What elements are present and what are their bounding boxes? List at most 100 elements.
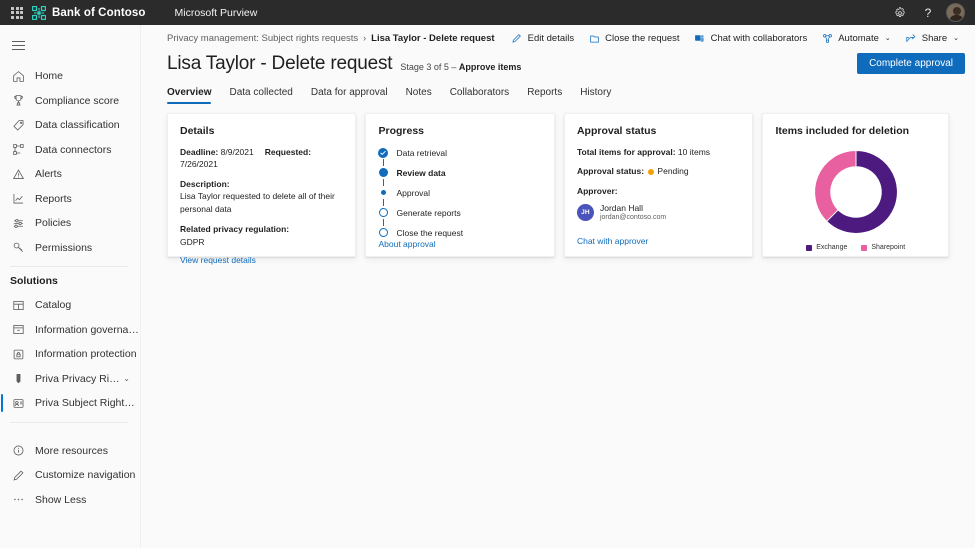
sidebar-item-customize-navigation[interactable]: Customize navigation (0, 463, 140, 488)
line-chart-icon (10, 191, 26, 207)
progress-step[interactable]: Close the request (378, 226, 541, 239)
automate-button[interactable]: Automate ⌄ (815, 29, 897, 47)
brand-name[interactable]: Bank of Contoso (52, 7, 146, 19)
question-mark-icon[interactable]: ? (915, 0, 941, 25)
card-title: Items included for deletion (775, 125, 910, 137)
sidebar-item-priva-subject-rights-requests[interactable]: Priva Subject Rights Requests (0, 391, 140, 416)
progress-card: Progress Data retrieval Review data Appr… (365, 113, 555, 257)
avatar[interactable] (946, 3, 965, 22)
tab-data-collected[interactable]: Data collected (220, 84, 301, 104)
sidebar-item-catalog[interactable]: Catalog (0, 293, 140, 318)
tag-icon (10, 117, 26, 133)
app-launcher-icon[interactable] (8, 4, 26, 22)
sidebar-item-label: Home (35, 70, 64, 83)
step-connector (378, 219, 388, 226)
gear-icon[interactable] (887, 0, 913, 25)
tab-overview[interactable]: Overview (167, 84, 220, 104)
sidebar-item-label: Policies (35, 217, 72, 230)
sidebar-item-more-resources[interactable]: More resources (0, 439, 140, 464)
deadline-value: 8/9/2021 (220, 147, 254, 157)
approver-label-row: Approver: (577, 185, 740, 197)
sidebar-item-permissions[interactable]: Permissions (0, 236, 140, 261)
close-folder-icon (588, 32, 600, 44)
trophy-icon (10, 93, 26, 109)
sidebar-item-information-governance[interactable]: Information governance (0, 318, 140, 343)
card-title: Details (180, 125, 215, 137)
page-title: Lisa Taylor - Delete request (167, 53, 393, 74)
step-label: Review data (396, 167, 446, 178)
catalog-grid-icon (10, 297, 26, 313)
chevron-down-icon[interactable]: ⌄ (123, 374, 130, 383)
edit-details-button[interactable]: Edit details (505, 29, 580, 47)
nav-section-solutions: Solutions (10, 275, 58, 287)
breadcrumb-current: Lisa Taylor - Delete request (371, 32, 495, 44)
total-items-label: Total items for approval: (576, 147, 676, 157)
subject-rights-icon (10, 395, 26, 411)
sidebar-item-label: Alerts (35, 168, 62, 181)
details-card: Details Deadline: 8/9/2021 Requested: 7/2… (167, 113, 357, 265)
chat-with-approver-link[interactable]: Chat with approver (577, 236, 648, 246)
about-approval-link[interactable]: About approval (378, 239, 435, 249)
sidebar-item-alerts[interactable]: Alerts (0, 162, 140, 187)
step-connector (378, 179, 388, 186)
pencil-icon (511, 32, 523, 44)
chevron-down-icon[interactable]: ⌄ (885, 34, 891, 42)
app-name[interactable]: Microsoft Purview (175, 7, 258, 19)
step-active-dot-icon (378, 188, 388, 198)
approver-email: jordan@contoso.com (599, 213, 667, 221)
sidebar-item-label: Customize navigation (35, 469, 136, 482)
connectors-icon (10, 142, 26, 158)
tab-reports[interactable]: Reports (518, 84, 571, 104)
approval-status-row: Approval status: Pending (577, 165, 740, 177)
key-icon (10, 240, 26, 256)
command-label: Share (921, 32, 948, 44)
tab-notes[interactable]: Notes (397, 84, 441, 104)
progress-step[interactable]: Approval (378, 186, 541, 199)
share-icon (905, 32, 917, 44)
sidebar-item-home[interactable]: Home (0, 64, 140, 89)
close-the-request-button[interactable]: Close the request (582, 29, 685, 47)
status-dot-icon (648, 169, 655, 176)
app-shell: Home Compliance score Data classificatio… (0, 25, 975, 548)
chevron-down-icon[interactable]: ⌄ (953, 34, 959, 42)
main-content: Privacy management: Subject rights reque… (141, 25, 975, 548)
sidebar-item-policies[interactable]: Policies (0, 211, 140, 236)
sidebar-item-label: Compliance score (35, 94, 120, 107)
suite-header: Bank of Contoso Microsoft Purview ? (0, 0, 975, 25)
sidebar-item-label: Permissions (35, 241, 93, 254)
chart-legend: Exchange Sharepoint (775, 244, 936, 251)
step-complete-icon (378, 147, 389, 158)
legend-item-exchange: Exchange (806, 244, 847, 251)
total-items-value: 10 items (677, 147, 711, 157)
view-request-details-link[interactable]: View request details (180, 255, 256, 265)
progress-step[interactable]: Data retrieval (378, 146, 541, 159)
progress-step[interactable]: Review data (378, 166, 541, 179)
sidebar-item-information-protection[interactable]: Information protection (0, 342, 140, 367)
breadcrumb-parent[interactable]: Privacy management: Subject rights reque… (167, 33, 358, 44)
share-button[interactable]: Share ⌄ (899, 29, 965, 47)
chat-with-collaborators-button[interactable]: Chat with collaborators (688, 29, 814, 47)
sidebar-item-priva-privacy-risk-management[interactable]: Priva Privacy Risk Managment ⌄ (0, 367, 140, 392)
progress-step[interactable]: Generate reports (378, 206, 541, 219)
donut-chart-svg (813, 150, 898, 234)
command-label: Edit details (527, 32, 575, 44)
step-current-icon (378, 168, 388, 178)
sidebar-item-data-classification[interactable]: Data classification (0, 113, 140, 138)
sliders-icon (10, 215, 26, 231)
complete-approval-button[interactable]: Complete approval (857, 53, 965, 74)
sidebar-item-compliance-score[interactable]: Compliance score (0, 89, 140, 114)
sidebar-item-show-less[interactable]: Show Less (0, 488, 140, 513)
info-circle-icon (10, 443, 26, 459)
global-nav-toggle-icon[interactable] (8, 32, 34, 58)
step-label: Close the request (396, 227, 464, 238)
tab-collaborators[interactable]: Collaborators (441, 84, 518, 104)
sidebar-item-reports[interactable]: Reports (0, 187, 140, 212)
requested-value: 7/26/2021 (180, 159, 218, 170)
approver-person[interactable]: JH Jordan Hall jordan@contoso.com (576, 203, 740, 222)
sidebar-item-data-connectors[interactable]: Data connectors (0, 138, 140, 163)
tab-history[interactable]: History (571, 84, 620, 104)
step-label: Approval (396, 187, 431, 198)
tab-data-for-approval[interactable]: Data for approval (302, 84, 397, 104)
step-pending-icon (378, 228, 388, 238)
legend-label: Sharepoint (871, 244, 906, 251)
